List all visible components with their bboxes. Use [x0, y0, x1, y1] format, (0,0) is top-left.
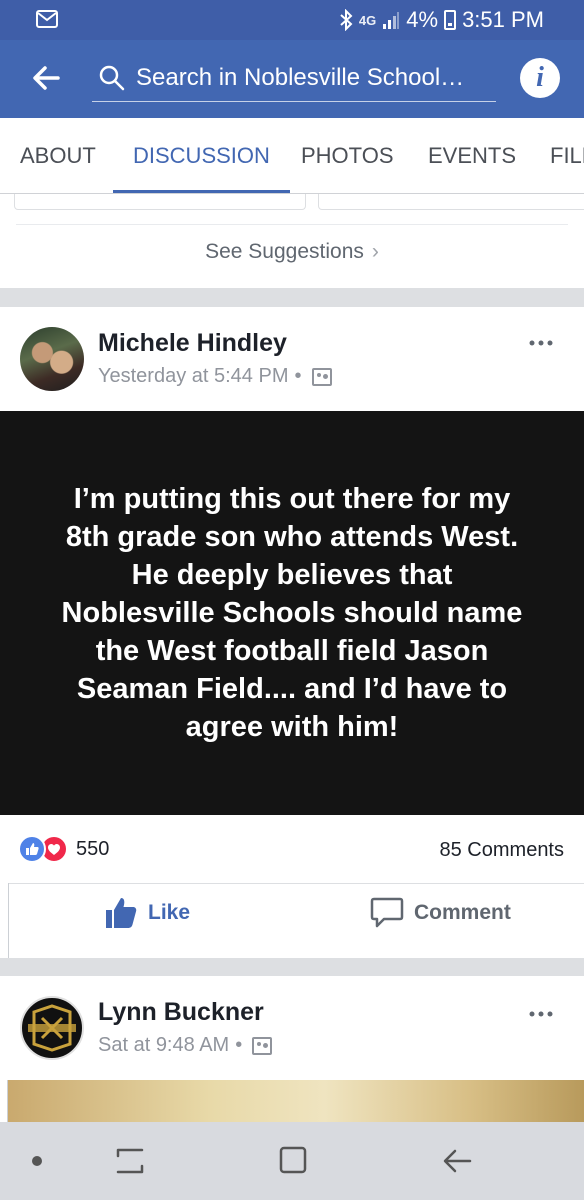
- like-reaction-icon: [18, 835, 46, 863]
- network-type: 4G: [358, 12, 377, 28]
- tab-events[interactable]: EVENTS: [428, 118, 516, 193]
- more-options-button[interactable]: [528, 333, 554, 347]
- group-tabs: ABOUT DISCUSSION PHOTOS EVENTS FILES: [0, 118, 584, 194]
- system-back-icon[interactable]: [440, 1144, 474, 1178]
- comment-label: Comment: [414, 901, 511, 924]
- status-icons: 4G 4% 3:51 PM: [339, 7, 544, 33]
- back-button[interactable]: [28, 60, 64, 96]
- recent-apps-icon[interactable]: [112, 1144, 148, 1178]
- tab-files[interactable]: FILES: [550, 118, 584, 193]
- search-bar[interactable]: [92, 56, 496, 102]
- avatar[interactable]: [20, 996, 84, 1060]
- post-timestamp[interactable]: Yesterday at 5:44 PM: [98, 365, 289, 388]
- thumbs-up-icon: [106, 898, 137, 928]
- info-icon[interactable]: i: [520, 58, 560, 98]
- divider: [16, 224, 568, 225]
- home-icon[interactable]: [278, 1144, 308, 1176]
- post-text-background[interactable]: I’m putting this out there for my 8th gr…: [0, 411, 584, 815]
- divider: [0, 1080, 8, 1122]
- like-label: Like: [148, 901, 191, 924]
- nav-dot-icon[interactable]: [32, 1156, 42, 1166]
- group-audience-icon: [252, 1036, 273, 1055]
- divider: [8, 883, 584, 884]
- more-dots-icon: [529, 1011, 553, 1017]
- search-icon: [99, 65, 125, 91]
- avatar[interactable]: [20, 327, 84, 391]
- post-author[interactable]: Lynn Buckner: [98, 998, 264, 1027]
- post-meta: Sat at 9:48 AM •: [98, 1034, 273, 1057]
- clock: 3:51 PM: [462, 7, 544, 32]
- more-dots-icon: [529, 340, 553, 346]
- comment-bubble-icon: [370, 897, 404, 928]
- post-meta: Yesterday at 5:44 PM •: [98, 365, 332, 388]
- post-image[interactable]: [8, 1080, 584, 1122]
- see-suggestions-label: See Suggestions: [205, 240, 364, 263]
- battery-icon: [444, 10, 457, 30]
- more-options-button[interactable]: [528, 1004, 554, 1018]
- reactions-summary[interactable]: 550: [18, 835, 109, 863]
- post-card: Michele Hindley Yesterday at 5:44 PM • I…: [0, 307, 584, 958]
- app-bar: i: [0, 40, 584, 118]
- post-text: I’m putting this out there for my 8th gr…: [61, 483, 523, 743]
- status-bar: 4G 4% 3:51 PM: [0, 0, 584, 40]
- post-card: Lynn Buckner Sat at 9:48 AM •: [0, 976, 584, 1122]
- comment-count[interactable]: 85 Comments: [440, 839, 565, 862]
- group-audience-icon: [311, 367, 332, 386]
- system-nav-bar: [0, 1122, 584, 1200]
- reaction-count: 550: [76, 837, 110, 860]
- battery-percent: 4%: [406, 7, 439, 32]
- mail-notification-icon: [36, 10, 58, 33]
- chevron-right-icon: ›: [371, 240, 379, 263]
- comment-button[interactable]: Comment: [370, 897, 511, 929]
- meta-separator: •: [294, 365, 302, 387]
- post-author[interactable]: Michele Hindley: [98, 329, 287, 358]
- tab-discussion[interactable]: DISCUSSION: [113, 118, 290, 193]
- arrow-left-icon: [33, 66, 60, 90]
- post-timestamp[interactable]: Sat at 9:48 AM: [98, 1034, 229, 1057]
- divider: [8, 883, 9, 958]
- like-button[interactable]: Like: [104, 897, 190, 929]
- suggestion-card: [318, 194, 584, 210]
- meta-separator: •: [235, 1034, 243, 1056]
- suggestion-card: [14, 194, 306, 210]
- suggestions-section: See Suggestions ›: [0, 194, 584, 288]
- signal-icon: [383, 12, 400, 29]
- bluetooth-icon: [340, 9, 353, 31]
- tab-photos[interactable]: PHOTOS: [301, 118, 394, 193]
- tab-about[interactable]: ABOUT: [20, 118, 96, 193]
- search-input[interactable]: [136, 60, 492, 96]
- see-suggestions-link[interactable]: See Suggestions ›: [0, 240, 584, 264]
